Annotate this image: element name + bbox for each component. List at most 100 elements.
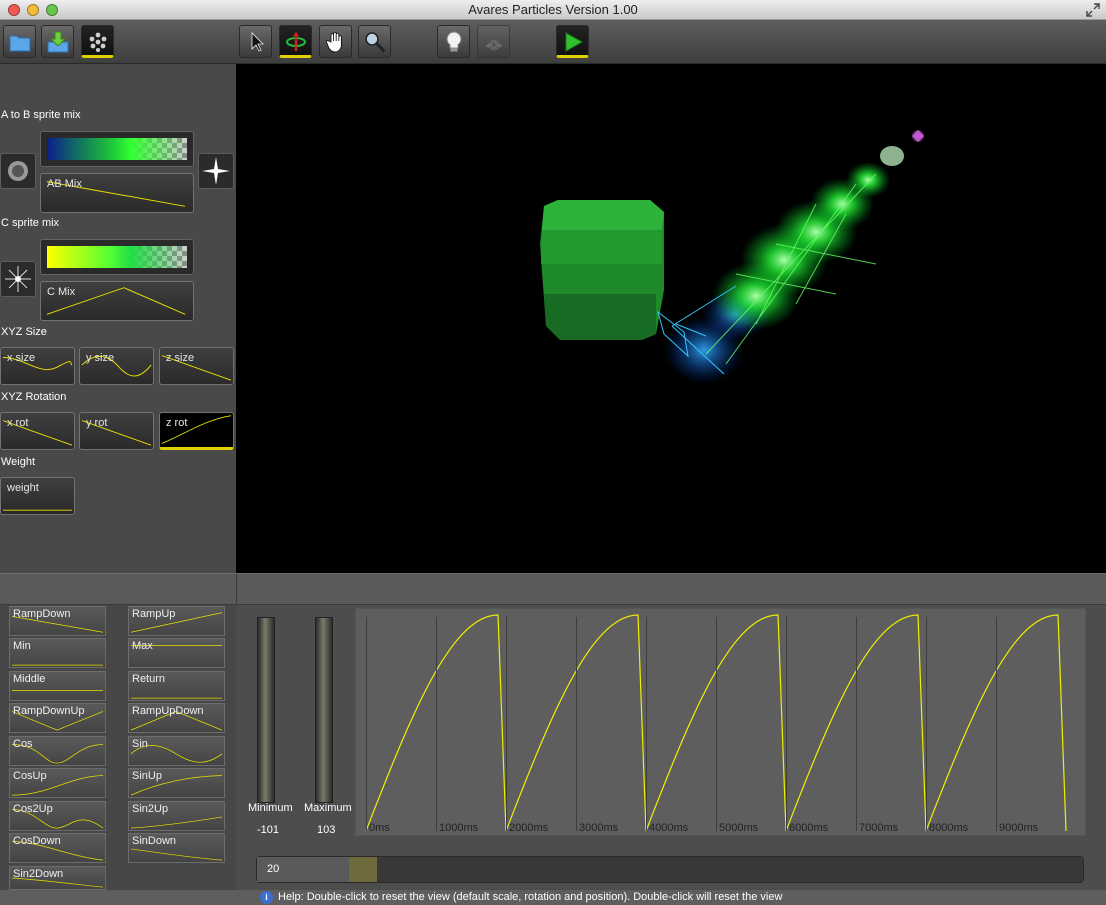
panel-splitter[interactable] — [0, 573, 1106, 606]
preset-cos[interactable]: Cos — [9, 736, 106, 766]
preset-rampdownup[interactable]: RampDownUp — [9, 703, 106, 733]
preset-cosup[interactable]: CosUp — [9, 768, 106, 798]
x-size-label: x size — [7, 352, 36, 364]
c-mix-curve[interactable]: C Mix — [40, 281, 194, 321]
ab-gradient-bar — [47, 138, 187, 160]
help-text: Help: Double-click to reset the view (de… — [278, 891, 783, 903]
grid-line — [366, 617, 367, 831]
preset-sindown[interactable]: SinDown — [128, 833, 225, 863]
save-button[interactable] — [41, 25, 74, 58]
sprite-settings-panel: A to B sprite mix AB Mix C sprite mix C … — [0, 64, 236, 573]
xyz-rotation-label: XYZ Rotation — [1, 391, 67, 403]
ab-mix-curve[interactable]: AB Mix — [40, 173, 194, 213]
preset-label: SinUp — [132, 770, 162, 782]
preset-label: RampDownUp — [13, 705, 85, 717]
preset-max[interactable]: Max — [128, 638, 225, 668]
play-icon — [565, 32, 584, 52]
preset-sin[interactable]: Sin — [128, 736, 225, 766]
preset-min[interactable]: Min — [9, 638, 106, 668]
sprite-a-thumbnail[interactable] — [0, 153, 36, 189]
scrubber-thumb[interactable] — [349, 857, 377, 882]
grid-line — [786, 617, 787, 831]
time-tick-label: 0ms — [369, 822, 390, 834]
c-mix-label: C Mix — [47, 286, 76, 298]
preset-rampupdown[interactable]: RampUpDown — [128, 703, 225, 733]
window-title: Avares Particles Version 1.00 — [468, 2, 638, 17]
open-folder-button[interactable] — [3, 25, 36, 58]
select-tool-button[interactable] — [239, 25, 272, 58]
close-window-button[interactable] — [8, 4, 20, 16]
splitter-divider — [236, 574, 237, 606]
title-bar: Avares Particles Version 1.00 — [0, 0, 1106, 20]
play-button[interactable] — [556, 25, 589, 58]
preset-sin2down[interactable]: Sin2Down — [9, 866, 106, 890]
zoom-tool-button[interactable] — [358, 25, 391, 58]
ab-sprite-mix-label: A to B sprite mix — [1, 109, 81, 121]
preset-cos2up[interactable]: Cos2Up — [9, 801, 106, 831]
minimum-slider[interactable] — [257, 617, 275, 803]
preset-label: Max — [132, 640, 153, 652]
ab-mix-label: AB Mix — [47, 178, 82, 190]
preset-sinup[interactable]: SinUp — [128, 768, 225, 798]
preset-rampup[interactable]: RampUp — [128, 606, 225, 636]
x-rot-curve[interactable]: x rot — [0, 412, 75, 450]
curve-line — [365, 614, 1067, 832]
preset-middle[interactable]: Middle — [9, 671, 106, 701]
time-tick-label: 1000ms — [439, 822, 479, 834]
y-size-curve[interactable]: y size — [79, 347, 154, 385]
curve-presets-panel: RampDown RampUp Min Max Middle Return Ra… — [0, 605, 236, 890]
rotate-icon — [286, 32, 306, 51]
preset-return[interactable]: Return — [128, 671, 225, 701]
particles-button[interactable] — [81, 25, 114, 58]
time-tick-label: 2000ms — [509, 822, 549, 834]
grid-line — [646, 617, 647, 831]
zoom-window-button[interactable] — [46, 4, 58, 16]
sprite-b-thumbnail[interactable] — [198, 153, 234, 189]
y-rot-label: y rot — [86, 417, 108, 429]
c-gradient-editor[interactable] — [40, 239, 194, 275]
preset-label: RampUpDown — [132, 705, 204, 717]
grid-line — [506, 617, 507, 831]
y-rot-curve[interactable]: y rot — [79, 412, 154, 450]
preset-cosdown[interactable]: CosDown — [9, 833, 106, 863]
maximum-value: 103 — [317, 824, 336, 836]
z-size-curve[interactable]: z size — [159, 347, 234, 385]
preset-rampdown[interactable]: RampDown — [9, 606, 106, 636]
minimize-window-button[interactable] — [27, 4, 39, 16]
timeline-scrubber[interactable]: 20 — [256, 856, 1084, 883]
sprite-c-thumbnail[interactable] — [0, 261, 36, 297]
ab-gradient-editor[interactable] — [40, 131, 194, 167]
preset-label: Cos — [13, 738, 33, 750]
time-tick-label: 8000ms — [929, 822, 969, 834]
hand-icon — [326, 31, 342, 53]
weight-section-label: Weight — [1, 456, 36, 468]
preset-label: Cos2Up — [13, 803, 53, 815]
main-toolbar — [0, 20, 1106, 64]
weight-curve[interactable]: weight — [0, 477, 75, 515]
y-size-label: y size — [86, 352, 115, 364]
fullscreen-icon[interactable] — [1086, 3, 1100, 17]
pan-tool-button[interactable] — [319, 25, 352, 58]
c-gradient-bar — [47, 246, 187, 268]
rotate-tool-button[interactable] — [279, 25, 312, 58]
maximum-slider[interactable] — [315, 617, 333, 803]
preset-label: Middle — [13, 673, 46, 685]
folder-icon — [9, 35, 31, 52]
x-size-curve[interactable]: x size — [0, 347, 75, 385]
curve-editor: Minimum Maximum -101 103 0ms 1000ms 2000ms… — [236, 605, 1106, 890]
grid-line — [856, 617, 857, 831]
grid-view-button[interactable] — [477, 25, 510, 58]
cursor-arrow-icon — [251, 32, 264, 52]
grid-line — [716, 617, 717, 831]
z-rot-curve[interactable]: z rot — [159, 412, 234, 450]
grid-icon — [484, 37, 504, 52]
preset-label: SinDown — [132, 835, 177, 847]
time-tick-label: 9000ms — [999, 822, 1039, 834]
curve-graph[interactable]: 0ms 1000ms 2000ms 3000ms 4000ms 5000ms 6000ms 7… — [355, 608, 1086, 836]
light-button[interactable] — [437, 25, 470, 58]
grid-line — [926, 617, 927, 831]
preset-sin2up[interactable]: Sin2Up — [128, 801, 225, 831]
particles-icon — [89, 32, 107, 52]
z-rot-label: z rot — [166, 417, 188, 429]
3d-viewport[interactable] — [236, 64, 1106, 573]
